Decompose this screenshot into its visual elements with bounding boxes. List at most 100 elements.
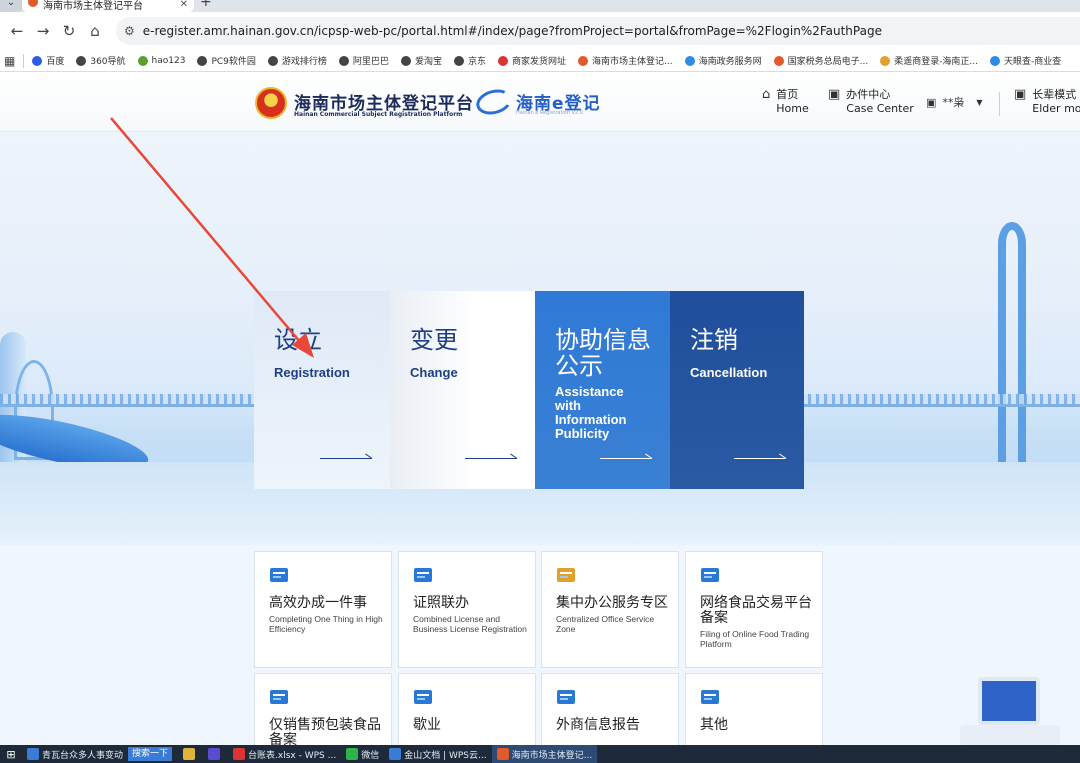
apps-grid-icon[interactable]: ▦ xyxy=(4,54,15,68)
url-field[interactable]: ⚙ e-register.amr.hainan.gov.cn/icpsp-web… xyxy=(116,17,1080,45)
user-icon: ▣ xyxy=(926,95,937,109)
service-card[interactable]: 网络食品交易平台备案 Filing of Online Food Trading … xyxy=(685,551,823,668)
taskbar-item[interactable] xyxy=(178,745,203,763)
taskbar-item[interactable]: 台账表.xlsx - WPS ... xyxy=(228,745,341,763)
arrow-right-icon xyxy=(734,451,786,459)
taskbar-item[interactable]: 海南市场主体登记... xyxy=(491,745,598,763)
taskbar-search-button[interactable]: 搜索一下 xyxy=(128,747,173,761)
service-title-en: Combined License and Business License Re… xyxy=(413,614,527,634)
e-register-logo-icon xyxy=(473,85,515,119)
bookmark-label: 阿里巴巴 xyxy=(352,57,389,67)
bookmark-label: 海南政务服务网 xyxy=(698,57,762,67)
card-change-en: Change xyxy=(410,365,458,380)
bookmark-item[interactable]: PC9软件园 xyxy=(197,54,256,67)
home-button[interactable]: ⌂ xyxy=(82,18,108,44)
services-section: 高效办成一件事 Completing One Thing in High Effi… xyxy=(0,545,1080,763)
bookmark-favicon-icon xyxy=(76,55,87,66)
bookmark-item[interactable]: 柔遥商登录-海南正... xyxy=(880,54,978,67)
bookmark-label: 百度 xyxy=(46,57,65,67)
taskbar-item[interactable]: 金山文档 | WPS云... xyxy=(384,745,491,763)
nav-home[interactable]: ⌂ 首页 Home xyxy=(762,88,809,116)
national-emblem-icon xyxy=(255,87,287,119)
windows-start-icon[interactable]: ⊞ xyxy=(0,748,22,761)
bookmark-item[interactable]: 游戏排行榜 xyxy=(267,54,327,67)
bookmark-favicon-icon xyxy=(338,55,349,66)
bookmark-label: PC9软件园 xyxy=(211,57,256,67)
user-menu[interactable]: ▣ **枭 ▼ xyxy=(926,94,983,110)
tab-strip: ⌄ 海南市场主体登记平台 ✕ + xyxy=(0,0,1080,12)
bookmark-item[interactable]: 爱淘宝 xyxy=(400,54,442,67)
card-cancellation[interactable]: 注销 Cancellation xyxy=(670,291,804,489)
taskbar-item[interactable] xyxy=(203,745,228,763)
user-name: **枭 xyxy=(942,96,965,109)
bookmark-favicon-icon xyxy=(990,55,1001,66)
bookmark-item[interactable]: 天眼查-商业查 xyxy=(990,54,1061,67)
kiosk-illustration xyxy=(978,677,1040,725)
taskbar-item[interactable]: 青瓦台众多人事变动 xyxy=(22,745,128,763)
bookmark-favicon-icon xyxy=(577,55,588,66)
elder-mode-button[interactable]: ▣ 长辈模式Elder mode xyxy=(1014,88,1080,116)
back-button[interactable]: ← xyxy=(4,18,30,44)
nav-case-center[interactable]: ▣ 办件中心 Case Center xyxy=(828,88,914,116)
bookmark-item[interactable]: 阿里巴巴 xyxy=(338,54,389,67)
nav-home-en: Home xyxy=(776,102,809,115)
bookmark-item[interactable]: 海南市场主体登记... xyxy=(577,54,673,67)
site-info-icon[interactable]: ⚙ xyxy=(124,24,135,38)
card-change[interactable]: 变更 Change xyxy=(390,291,535,489)
bookmark-favicon-icon xyxy=(453,55,464,66)
taskbar-app-icon xyxy=(208,748,221,760)
service-title-zh: 外商信息报告 xyxy=(556,717,640,733)
office-icon xyxy=(556,566,576,584)
bookmark-label: 柔遥商登录-海南正... xyxy=(894,57,979,67)
bookmark-label: 爱淘宝 xyxy=(414,57,442,67)
card-change-zh: 变更 xyxy=(410,326,458,354)
taskbar-app-icon xyxy=(389,748,402,760)
taskbar-app-icon xyxy=(233,748,246,760)
report-icon xyxy=(556,688,576,706)
address-toolbar: ← → ↻ ⌂ ⚙ e-register.amr.hainan.gov.cn/i… xyxy=(0,12,1080,50)
bookmark-item[interactable]: hao123 xyxy=(137,55,185,66)
bookmark-favicon-icon xyxy=(684,55,695,66)
taskbar-label: 青瓦台众多人事变动 xyxy=(42,750,124,761)
card-assistance-publicity[interactable]: 协助信息公示 Assistance with Information Publi… xyxy=(535,291,670,489)
nav-case-center-en: Case Center xyxy=(846,102,914,115)
monitor-icon xyxy=(700,566,720,584)
arrow-right-icon xyxy=(465,451,517,459)
service-card[interactable]: 高效办成一件事 Completing One Thing in High Effi… xyxy=(254,551,392,668)
bookmark-item[interactable]: 京东 xyxy=(453,54,486,67)
service-card[interactable]: 证照联办 Combined License and Business Licens… xyxy=(398,551,536,668)
bookmark-item[interactable]: 商家发货网址 xyxy=(497,54,566,67)
bookmark-label: 天眼查-商业查 xyxy=(1004,57,1062,67)
service-title-zh: 歇业 xyxy=(413,717,441,733)
taskbar-app-icon xyxy=(27,748,39,760)
bookmark-favicon-icon xyxy=(880,55,891,66)
tab-close-icon[interactable]: ✕ xyxy=(180,0,188,10)
chevron-down-icon: ▼ xyxy=(976,97,983,107)
tab-favicon-icon xyxy=(28,0,38,7)
taskbar-item[interactable]: 微信 xyxy=(341,745,384,763)
service-title-zh: 高效办成一件事 xyxy=(269,595,367,611)
card-registration[interactable]: 设立 Registration xyxy=(254,291,390,489)
arrow-right-icon xyxy=(320,451,372,459)
home-icon: ⌂ xyxy=(762,87,771,102)
active-tab[interactable]: 海南市场主体登记平台 ✕ xyxy=(22,0,194,12)
bookmark-favicon-icon xyxy=(400,55,411,66)
bookmark-item[interactable]: 百度 xyxy=(32,54,64,67)
service-title-zh: 集中办公服务专区 xyxy=(556,595,668,611)
service-title-zh: 仅销售预包装食品备案 xyxy=(269,717,381,748)
elder-mode-icon: ▣ xyxy=(1014,87,1027,102)
card-registration-zh: 设立 xyxy=(274,326,322,354)
bookmark-favicon-icon xyxy=(197,55,208,66)
bookmark-item[interactable]: 360导航 xyxy=(76,54,126,67)
bookmark-item[interactable]: 国家税务总局电子... xyxy=(773,54,868,67)
tab-search-button[interactable]: ⌄ xyxy=(0,0,22,12)
header-divider xyxy=(999,92,1000,116)
new-tab-button[interactable]: + xyxy=(200,0,212,10)
service-card[interactable]: 集中办公服务专区 Centralized Office Service Zone xyxy=(541,551,679,668)
reload-button[interactable]: ↻ xyxy=(56,18,82,44)
e-register-subtitle: Hainan e Registration V2.0 xyxy=(516,110,583,116)
elder-mode-en: Elder mode xyxy=(1032,102,1080,115)
bookmark-item[interactable]: 海南政务服务网 xyxy=(684,54,762,67)
forward-button[interactable]: → xyxy=(30,18,56,44)
service-title-zh: 网络食品交易平台备案 xyxy=(700,595,812,626)
